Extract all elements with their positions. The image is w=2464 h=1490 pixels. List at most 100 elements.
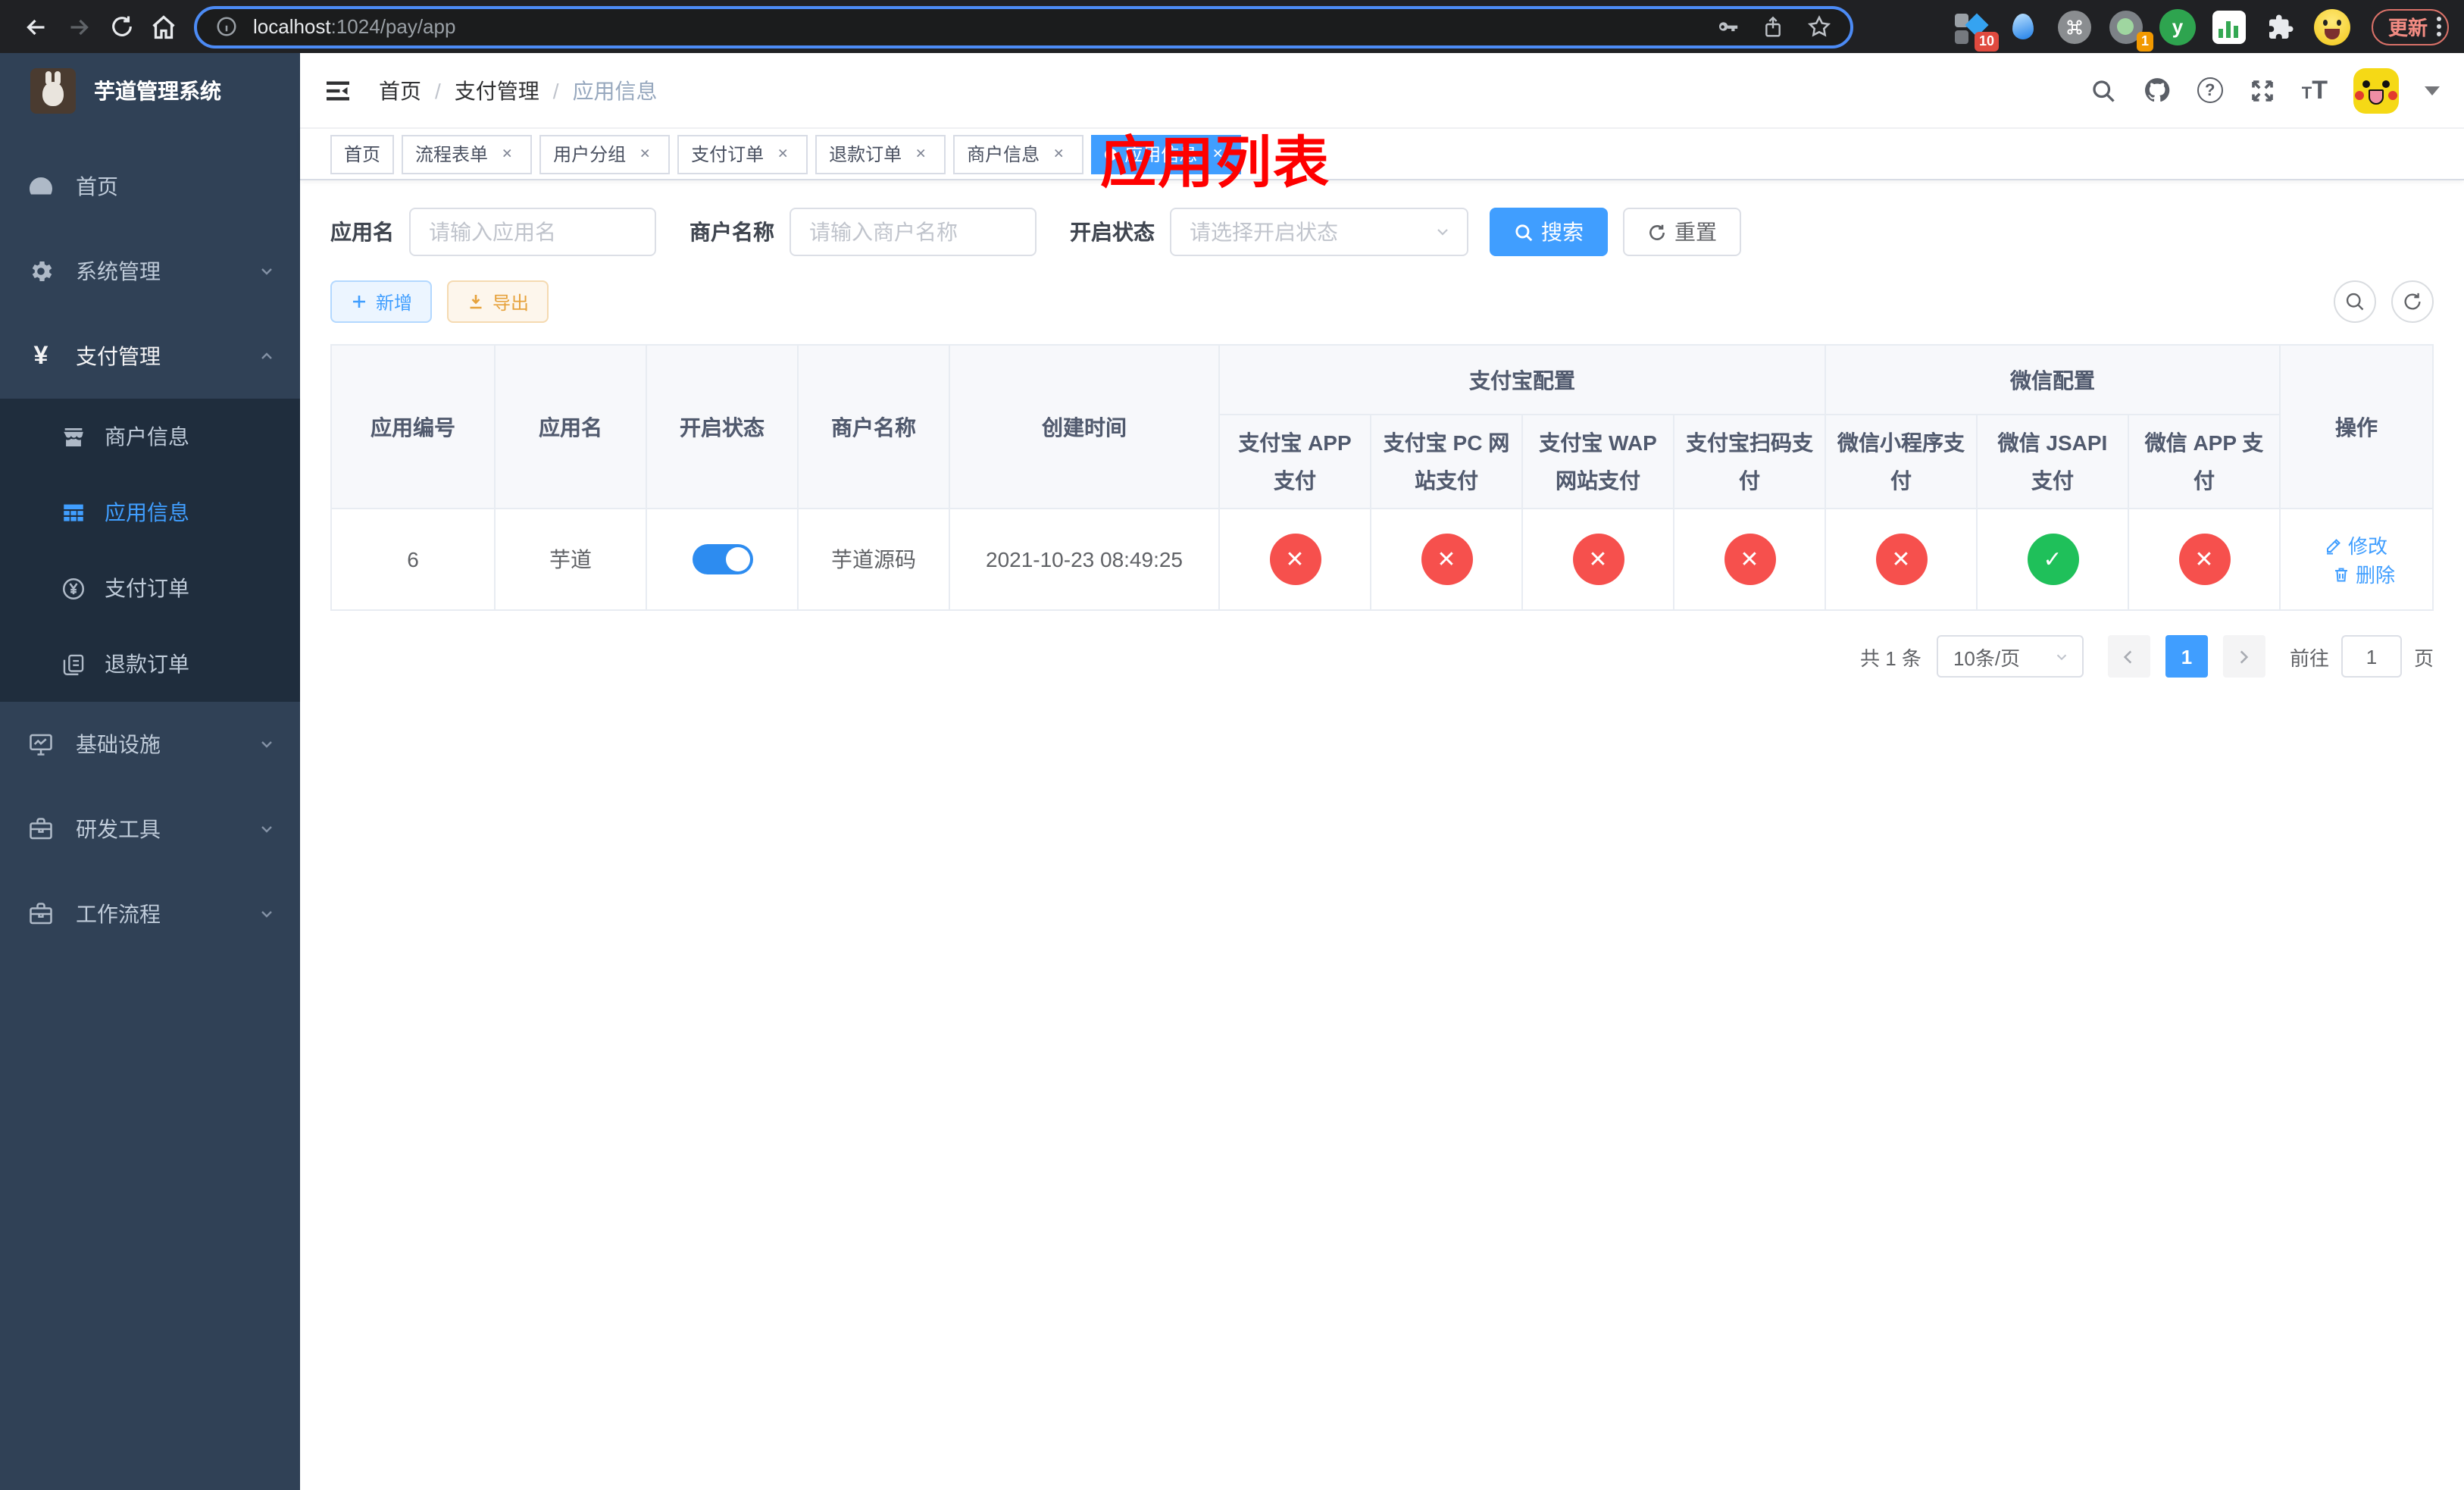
extension-balloon-icon[interactable] (2005, 8, 2041, 45)
sidebar-item-refund-orders[interactable]: 退款订单 (0, 626, 300, 702)
sidebar-item-merchant-info[interactable]: 商户信息 (0, 399, 300, 474)
sidebar-logo[interactable]: 芋道管理系统 (0, 53, 300, 129)
chevron-down-icon (258, 905, 276, 923)
add-button[interactable]: 新增 (330, 280, 433, 323)
extension-tray: 10 1 y 更新 (1875, 8, 2449, 51)
tab-refund-orders[interactable]: 退款订单 (815, 134, 946, 174)
close-icon[interactable] (635, 143, 656, 164)
sidebar-toggle-icon[interactable] (321, 74, 355, 107)
status-toggle[interactable] (692, 544, 752, 574)
github-icon[interactable] (2143, 76, 2172, 105)
tab-pay-orders[interactable]: 支付订单 (677, 134, 808, 174)
password-key-icon[interactable] (1714, 14, 1740, 39)
extensions-puzzle-icon[interactable] (2262, 8, 2299, 45)
fullscreen-icon[interactable] (2249, 77, 2276, 104)
reset-button[interactable]: 重置 (1623, 208, 1741, 256)
goto-page-input[interactable] (2340, 635, 2402, 678)
close-icon[interactable] (773, 143, 794, 164)
col-app-id: 应用编号 (330, 344, 496, 509)
sidebar-item-dev-tools[interactable]: 研发工具 (0, 787, 300, 872)
refresh-icon (1649, 224, 1665, 239)
delete-link[interactable]: 删除 (2333, 559, 2395, 588)
merchant-name-label: 商户名称 (689, 220, 774, 244)
chevron-down-icon (258, 735, 276, 753)
browser-menu-icon[interactable] (2437, 17, 2441, 36)
refresh-table-button[interactable] (2391, 280, 2434, 323)
breadcrumb-separator: / (552, 78, 559, 102)
back-icon[interactable] (15, 5, 58, 48)
breadcrumb-payment[interactable]: 支付管理 (455, 75, 539, 105)
toolbox-icon (27, 900, 55, 928)
col-status: 开启状态 (646, 344, 799, 509)
merchant-name-input[interactable] (790, 208, 1037, 256)
page-number-button[interactable]: 1 (2165, 635, 2208, 678)
col-wechat-app: 微信 APP 支付 (2128, 414, 2281, 509)
close-icon[interactable] (911, 143, 932, 164)
extension-chart-icon[interactable] (2211, 8, 2247, 45)
extension-sidekick-icon[interactable]: 10 (1953, 8, 1999, 51)
forward-icon[interactable] (58, 5, 100, 48)
sidebar-item-app-info[interactable]: 应用信息 (0, 474, 300, 550)
sidebar: 芋道管理系统 首页 系统管理 ¥ 支付管理 商户信息 应用信息 支付订单 退款订… (0, 53, 300, 1490)
chevron-down-icon (258, 820, 276, 838)
breadcrumb-separator: / (435, 78, 441, 102)
extension-command-icon[interactable] (2056, 8, 2093, 45)
chevron-down-icon (258, 262, 276, 280)
sidebar-item-payment[interactable]: ¥ 支付管理 (0, 314, 300, 399)
alipay-wap-status-icon (1572, 534, 1624, 585)
close-icon[interactable] (497, 143, 518, 164)
sidebar-item-system[interactable]: 系统管理 (0, 229, 300, 314)
sidebar-item-home[interactable]: 首页 (0, 144, 300, 229)
profile-avatar-icon[interactable] (2313, 8, 2350, 45)
breadcrumb: 首页 / 支付管理 / 应用信息 (379, 75, 658, 105)
close-icon[interactable] (1049, 143, 1070, 164)
browser-update-button[interactable]: 更新 (2371, 8, 2449, 45)
search-icon (2346, 293, 2364, 311)
toggle-search-button[interactable] (2334, 280, 2376, 323)
shop-icon (61, 424, 86, 449)
extension-recorder-icon[interactable]: 1 (2108, 8, 2153, 51)
font-size-icon[interactable]: TT (2302, 75, 2328, 105)
sidebar-item-workflow[interactable]: 工作流程 (0, 872, 300, 956)
col-alipay-app: 支付宝 APP 支付 (1218, 414, 1371, 509)
search-button[interactable]: 搜索 (1490, 208, 1608, 256)
page-size-select[interactable]: 10条/页 (1936, 635, 2084, 678)
export-button[interactable]: 导出 (447, 280, 549, 323)
address-bar[interactable]: localhost:1024/pay/app (194, 5, 1853, 48)
payment-submenu: 商户信息 应用信息 支付订单 退款订单 (0, 399, 300, 702)
tab-user-group[interactable]: 用户分组 (539, 134, 671, 174)
sidebar-item-pay-orders[interactable]: 支付订单 (0, 550, 300, 626)
next-page-button[interactable] (2222, 635, 2265, 678)
tab-home[interactable]: 首页 (330, 134, 395, 174)
app-name-input[interactable] (409, 208, 656, 256)
group-alipay-config: 支付宝配置 (1218, 344, 1826, 415)
status-select[interactable]: 请选择开启状态 (1170, 208, 1468, 256)
col-merchant: 商户名称 (797, 344, 950, 509)
tab-merchant-info[interactable]: 商户信息 (953, 134, 1084, 174)
bookmark-star-icon[interactable] (1806, 14, 1832, 39)
wechat-app-status-icon (2178, 534, 2230, 585)
grid-icon (61, 499, 86, 525)
reload-icon[interactable] (100, 5, 142, 48)
user-menu-caret-icon[interactable] (2425, 86, 2440, 95)
cell-app-id: 6 (330, 508, 496, 611)
main-panel: 应用列表 首页 / 支付管理 / 应用信息 ? T T 首页 流程表单 ✕ 用户… (300, 53, 2464, 1490)
group-wechat-config: 微信配置 (1825, 344, 2281, 415)
user-avatar[interactable] (2353, 67, 2399, 113)
help-icon[interactable]: ? (2197, 77, 2223, 103)
search-icon[interactable] (2090, 77, 2117, 104)
prev-page-button[interactable] (2107, 635, 2150, 678)
browser-toolbar: localhost:1024/pay/app 10 1 y 更新 (0, 0, 2464, 53)
sidebar-item-infra[interactable]: 基础设施 (0, 702, 300, 787)
extension-yuque-icon[interactable]: y (2159, 8, 2196, 45)
logo-image (30, 68, 76, 114)
site-info-icon[interactable] (215, 15, 238, 38)
tab-process-form[interactable]: 流程表单 (402, 134, 533, 174)
app-title: 芋道管理系统 (94, 79, 221, 103)
edit-link[interactable]: 修改 (2325, 531, 2387, 559)
share-icon[interactable] (1761, 14, 1785, 39)
breadcrumb-home[interactable]: 首页 (379, 75, 421, 105)
search-icon (1515, 224, 1533, 241)
home-icon[interactable] (142, 5, 185, 48)
url-path: :1024/pay/app (330, 15, 456, 38)
